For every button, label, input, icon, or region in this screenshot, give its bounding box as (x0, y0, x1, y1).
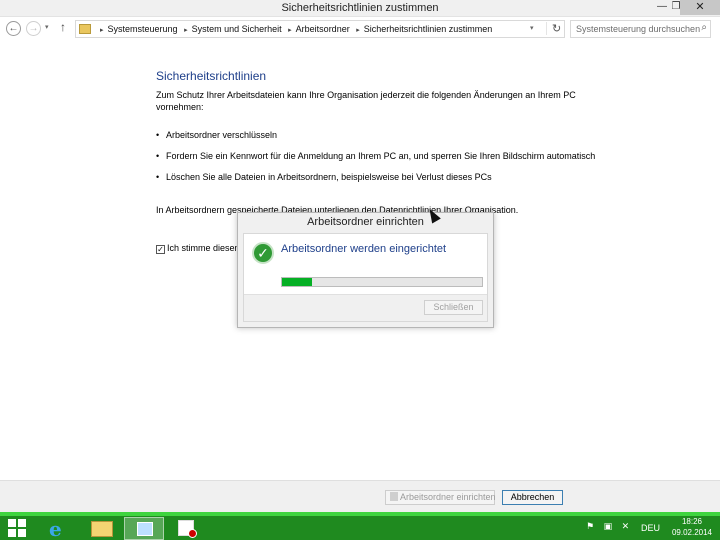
forward-button[interactable]: → (26, 21, 41, 36)
agree-checkbox-row[interactable]: ✓ Ich stimme diesen (156, 243, 240, 254)
dialog-body: ✓ Arbeitsordner werden eingerichtet Schl… (243, 233, 488, 322)
taskbar: e ⚑ ▣ ✕ DEU 18:26 09.02.2014 (0, 512, 720, 540)
internet-explorer-icon[interactable]: e (42, 517, 74, 540)
bullet-icon: • (156, 151, 160, 161)
policy-text: Löschen Sie alle Dateien in Arbeitsordne… (166, 172, 492, 182)
separator-icon[interactable]: ▸ (288, 27, 292, 34)
setup-button-label: Arbeitsordner einrichten (400, 492, 496, 502)
separator-icon[interactable]: ▸ (184, 27, 188, 34)
agree-checkbox[interactable]: ✓ (156, 245, 165, 254)
progress-bar (281, 277, 483, 287)
search-input[interactable]: Systemsteuerung durchsuchen ⌕ (570, 20, 711, 38)
close-window-button[interactable]: ✕ (680, 0, 720, 15)
setup-work-folders-button[interactable]: Arbeitsordner einrichten (385, 490, 496, 505)
work-folders-taskbar-icon[interactable] (170, 517, 202, 540)
separator-icon[interactable]: ▸ (100, 27, 104, 34)
network-icon[interactable]: ▣ (604, 521, 613, 531)
shield-icon (390, 492, 398, 501)
bullet-icon: • (156, 130, 160, 140)
policy-text: Fordern Sie ein Kennwort für die Anmeldu… (166, 151, 596, 161)
back-button[interactable]: ← (6, 21, 21, 36)
ie-glyph: e (49, 517, 62, 540)
window-title: Sicherheitsrichtlinien zustimmen (281, 2, 439, 14)
file-explorer-icon[interactable] (86, 517, 118, 540)
list-item: • Fordern Sie ein Kennwort für die Anmeld… (156, 151, 595, 161)
breadcrumb-item[interactable]: System und Sicherheit (192, 24, 282, 34)
setup-dialog: Arbeitsordner einrichten ✓ Arbeitsordner… (237, 212, 494, 328)
command-bar: Arbeitsordner einrichten Abbrechen (0, 480, 720, 512)
cancel-button[interactable]: Abbrechen (502, 490, 563, 505)
list-item: • Arbeitsordner verschlüsseln (156, 130, 277, 140)
dialog-message: Arbeitsordner werden eingerichtet (281, 243, 447, 255)
clock-date: 09.02.2014 (671, 528, 713, 537)
recent-locations-icon[interactable]: ▾ (45, 23, 49, 31)
search-placeholder: Systemsteuerung durchsuchen (576, 24, 701, 34)
language-indicator[interactable]: DEU (641, 523, 660, 533)
start-button[interactable] (8, 519, 26, 537)
separator-icon[interactable]: ▸ (356, 27, 360, 34)
chevron-down-icon[interactable]: ▾ (530, 24, 534, 32)
refresh-icon[interactable]: ↻ (546, 22, 561, 35)
breadcrumb-item[interactable]: Sicherheitsrichtlinien zustimmen (364, 24, 493, 34)
navigation-bar: ← → ▾ ↑ ▸ Systemsteuerung ▸ System und Sic… (0, 17, 720, 41)
checkmark-icon: ✓ (252, 242, 274, 264)
breadcrumb-item[interactable]: Systemsteuerung (108, 24, 178, 34)
control-panel-taskbar-icon[interactable] (124, 517, 164, 540)
volume-muted-icon[interactable]: ✕ (622, 521, 630, 531)
close-button[interactable]: Schließen (424, 300, 483, 315)
breadcrumb: ▸ Systemsteuerung ▸ System und Sicherheit … (96, 24, 492, 34)
clock-time: 18:26 (681, 517, 703, 526)
system-tray: ⚑ ▣ ✕ (586, 521, 636, 532)
clock[interactable]: 18:26 09.02.2014 (668, 516, 716, 538)
address-bar[interactable]: ▸ Systemsteuerung ▸ System und Sicherheit … (75, 20, 565, 38)
control-panel-icon (79, 24, 91, 34)
dialog-title: Arbeitsordner einrichten (307, 216, 424, 228)
agree-label[interactable]: Ich stimme diesen (167, 243, 240, 253)
title-bar: Sicherheitsrichtlinien zustimmen — ❐ ✕ (0, 0, 720, 17)
intro-text: Zum Schutz Ihrer Arbeitsdateien kann Ihr… (156, 90, 576, 112)
breadcrumb-item[interactable]: Arbeitsordner (296, 24, 350, 34)
search-icon[interactable]: ⌕ (701, 22, 707, 33)
flag-icon[interactable]: ⚑ (586, 521, 594, 531)
page-title: Sicherheitsrichtlinien (156, 69, 267, 83)
up-arrow-icon[interactable]: ↑ (60, 20, 66, 34)
progress-fill (282, 278, 312, 286)
bullet-icon: • (156, 172, 160, 182)
dialog-footer: Schließen (244, 294, 487, 321)
list-item: • Löschen Sie alle Dateien in Arbeitsordn… (156, 172, 492, 182)
policy-text: Arbeitsordner verschlüsseln (166, 130, 278, 140)
